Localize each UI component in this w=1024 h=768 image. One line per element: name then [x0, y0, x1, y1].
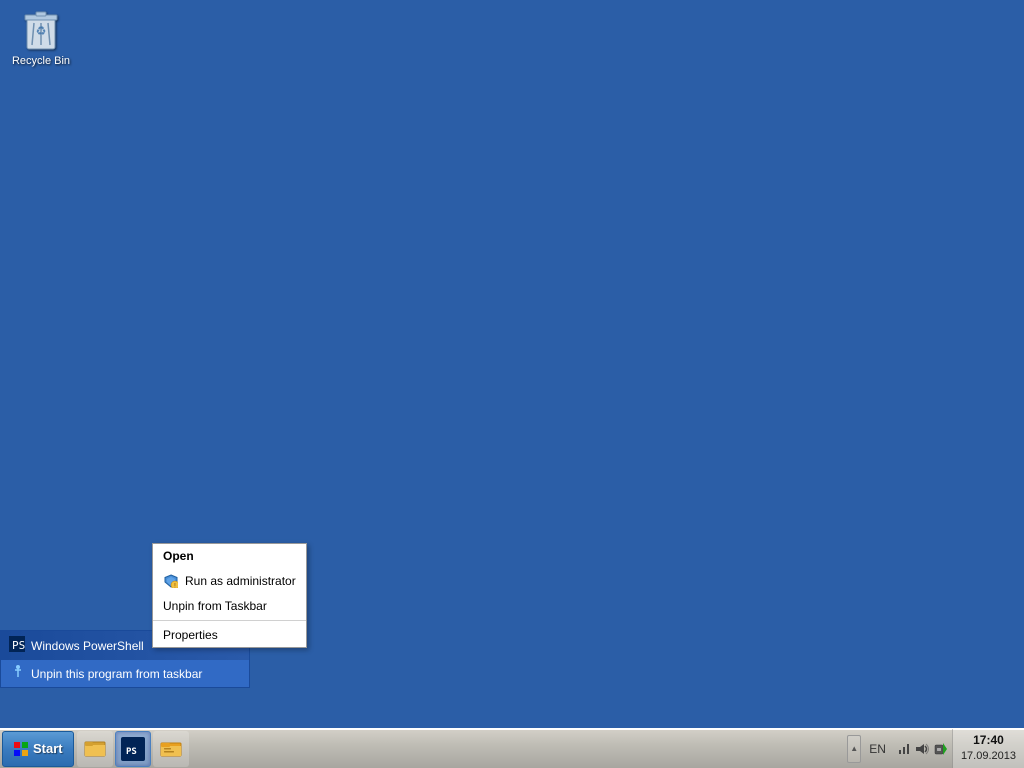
pin-icon — [11, 665, 25, 682]
clock-area[interactable]: 17:40 17.09.2013 — [952, 729, 1024, 768]
shield-icon: ! — [163, 573, 179, 589]
svg-text:PS: PS — [126, 747, 137, 757]
tray-icons-area — [892, 741, 952, 757]
explorer-icon — [83, 737, 107, 761]
powershell-icon: PS — [121, 737, 145, 761]
taskbar-item-explorer[interactable] — [77, 731, 113, 767]
folder-icon — [159, 737, 183, 761]
start-label: Start — [33, 741, 63, 756]
start-button[interactable]: Start — [2, 731, 74, 767]
taskbar: Start PS ▲ EN — [0, 728, 1024, 768]
taskbar-item-folder[interactable] — [153, 731, 189, 767]
recycle-bin-icon[interactable]: ♻ Recycle Bin — [6, 5, 76, 68]
ctx-run-admin-label: Run as administrator — [185, 574, 296, 588]
language-indicator[interactable]: EN — [863, 742, 892, 756]
desktop: ♻ Recycle Bin Open ! Run as administrato… — [0, 0, 1024, 728]
powershell-icon-small: PS — [9, 636, 25, 655]
svg-text:♻: ♻ — [36, 24, 47, 38]
ctx-properties[interactable]: Properties — [153, 623, 306, 647]
system-tray: ▲ EN — [847, 729, 1024, 768]
volume-tray-icon[interactable] — [914, 741, 930, 757]
ctx-run-admin[interactable]: ! Run as administrator — [153, 568, 306, 594]
unpin-program-label: Unpin this program from taskbar — [31, 667, 202, 681]
clock-date: 17.09.2013 — [961, 749, 1016, 764]
context-menu: Open ! Run as administrator Unpin from T… — [152, 543, 307, 648]
tray-expand-button[interactable]: ▲ — [847, 735, 861, 763]
taskbar-item-powershell[interactable]: PS — [115, 731, 151, 767]
ctx-separator — [153, 620, 306, 621]
ctx-open[interactable]: Open — [153, 544, 306, 568]
popup-header-label: Windows PowerShell — [31, 639, 144, 653]
safely-remove-tray-icon[interactable] — [932, 741, 948, 757]
network-tray-icon[interactable] — [896, 741, 912, 757]
clock-time: 17:40 — [973, 732, 1004, 749]
recycle-bin-label: Recycle Bin — [6, 55, 76, 68]
windows-logo-icon — [13, 741, 29, 757]
ctx-unpin-taskbar[interactable]: Unpin from Taskbar — [153, 594, 306, 618]
svg-text:PS: PS — [12, 639, 25, 652]
unpin-program-item[interactable]: Unpin this program from taskbar — [1, 660, 249, 687]
